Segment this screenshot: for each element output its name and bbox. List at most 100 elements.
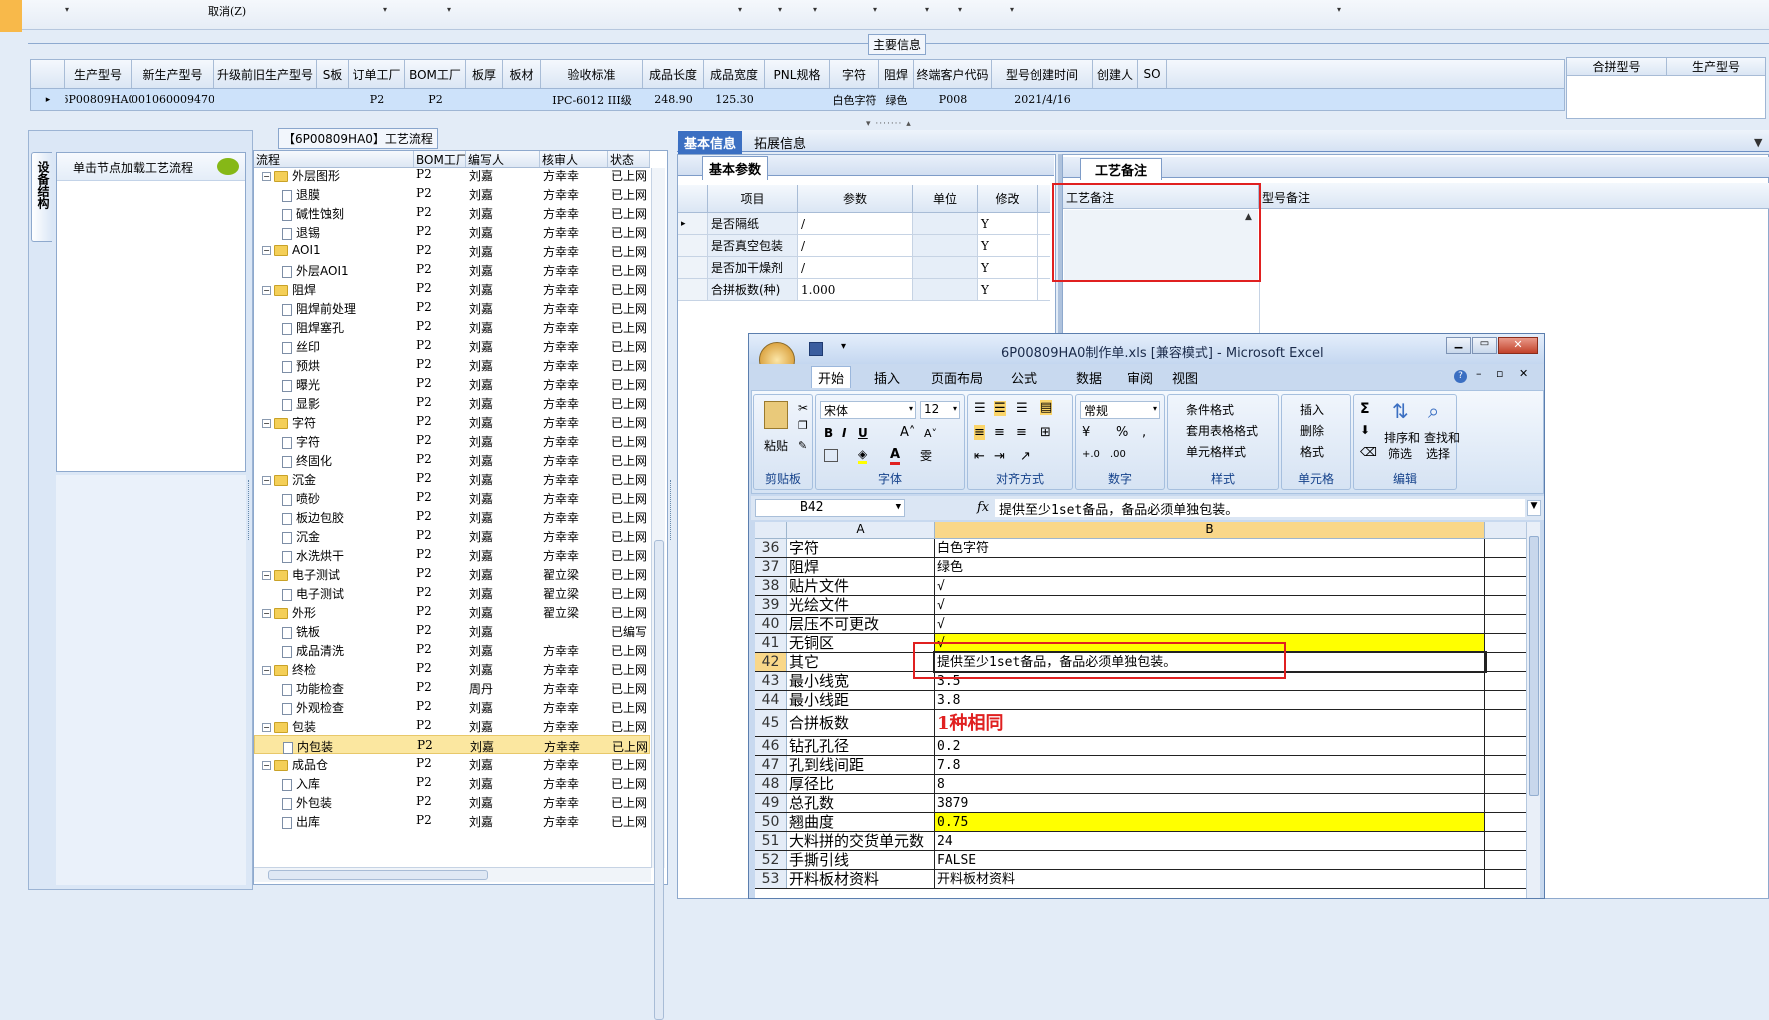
sheet-row[interactable]: 45 合拼板数 1种相同 (755, 710, 1540, 737)
sheet-row[interactable]: 52 手撕引线 FALSE (755, 851, 1540, 870)
param-cell-edit[interactable]: Y (978, 257, 1038, 278)
tab-basic-info[interactable]: 基本信息 (678, 131, 743, 154)
sheet-row[interactable]: 50 翘曲度 0.75 (755, 813, 1540, 832)
param-column-header[interactable]: 参数 (798, 185, 913, 212)
tree-row[interactable]: 铣板 P2 刘嘉 已编写 (254, 621, 650, 640)
row-number[interactable]: 40 (755, 615, 787, 633)
param-cell-unit[interactable] (913, 257, 978, 278)
cell-a[interactable]: 总孔数 (787, 794, 935, 812)
tree-row[interactable]: 丝印 P2 刘嘉 方幸幸 已上网 (254, 336, 650, 355)
tree-row[interactable]: 电子测试 P2 刘嘉 翟立梁 已上网 (254, 583, 650, 602)
bold-icon[interactable]: B (824, 426, 833, 440)
phonetic-icon[interactable]: 雯 (920, 447, 932, 464)
collapse-icon[interactable]: − (262, 609, 271, 618)
tree-node[interactable]: 曝光 (282, 376, 320, 393)
close-button[interactable]: ✕ (1498, 337, 1538, 354)
cut-icon[interactable]: ✂ (798, 401, 808, 415)
row-number[interactable]: 53 (755, 870, 787, 888)
sum-icon[interactable]: Σ (1360, 401, 1370, 417)
cell-b[interactable]: √ (935, 615, 1485, 633)
main-column-header[interactable]: SO (1138, 60, 1167, 88)
cell-a[interactable]: 贴片文件 (787, 577, 935, 595)
cell-a[interactable]: 钻孔孔径 (787, 737, 935, 755)
tree-row[interactable]: − 外形 P2 刘嘉 翟立梁 已上网 (254, 602, 650, 621)
sheet-row[interactable]: 46 钻孔孔径 0.2 (755, 737, 1540, 756)
minimize-button[interactable]: ▁ (1446, 337, 1471, 354)
tab-extended-info[interactable]: 拓展信息 (748, 131, 812, 154)
tree-row[interactable]: 退锡 P2 刘嘉 方幸幸 已上网 (254, 222, 650, 241)
cell-a[interactable]: 翘曲度 (787, 813, 935, 831)
tree-row[interactable]: 沉金 P2 刘嘉 方幸幸 已上网 (254, 526, 650, 545)
row-number[interactable]: 51 (755, 832, 787, 850)
ribbon-tab[interactable]: 页面布局 (931, 368, 983, 387)
tree-node[interactable]: − 成品仓 (262, 756, 328, 773)
cell-a[interactable]: 手撕引线 (787, 851, 935, 869)
main-column-header[interactable]: S板 (317, 60, 349, 88)
grid-corner[interactable] (31, 60, 65, 88)
sheet-row[interactable]: 44 最小线距 3.8 (755, 691, 1540, 710)
tree-row[interactable]: 碱性蚀刻 P2 刘嘉 方幸幸 已上网 (254, 203, 650, 222)
ribbon-min-icon[interactable]: – (1476, 367, 1482, 380)
tree-node[interactable]: − AOI1 (262, 243, 321, 257)
collapse-icon[interactable]: − (262, 666, 271, 675)
main-cell[interactable]: 6P00809HA0 (65, 89, 132, 110)
main-column-header[interactable]: 型号创建时间 (992, 60, 1093, 88)
cell-a[interactable]: 孔到线间距 (787, 756, 935, 774)
collapse-icon[interactable]: − (262, 419, 271, 428)
align-right-icon[interactable]: ≡ (1016, 425, 1027, 440)
tree-row[interactable]: 入库 P2 刘嘉 方幸幸 已上网 (254, 773, 650, 792)
collapse-icon[interactable]: − (262, 723, 271, 732)
tree-row[interactable]: 字符 P2 刘嘉 方幸幸 已上网 (254, 431, 650, 450)
row-number[interactable]: 41 (755, 634, 787, 652)
formula-input[interactable]: 提供至少1set备品，备品必须单独包装。 (995, 499, 1525, 518)
main-cell[interactable]: IPC-6012 III级 (541, 89, 643, 110)
align-center-icon[interactable]: ≡ (994, 425, 1005, 440)
grow-font-icon[interactable]: A˄ (900, 425, 915, 440)
ribbon-tab[interactable]: 插入 (874, 368, 900, 387)
cell-a[interactable]: 阻焊 (787, 558, 935, 576)
dropdown-caret[interactable]: ▾ (873, 5, 877, 14)
tree-row[interactable]: 水洗烘干 P2 刘嘉 方幸幸 已上网 (254, 545, 650, 564)
dropdown-caret[interactable]: ▾ (383, 5, 387, 14)
sort-filter-icon[interactable]: ⇅ (1392, 399, 1409, 423)
collapse-icon[interactable]: − (262, 172, 271, 181)
shrink-font-icon[interactable]: A˅ (924, 427, 937, 440)
tree-node[interactable]: 沉金 (282, 528, 320, 545)
excel-window[interactable]: ▾ 6P00809HA0制作单.xls [兼容模式] - Microsoft E… (748, 333, 1545, 899)
collapse-icon[interactable]: − (262, 246, 271, 255)
ribbon-restore-icon[interactable]: ▫ (1496, 367, 1503, 380)
tree-node[interactable]: − 电子测试 (262, 566, 340, 583)
row-number[interactable]: 45 (755, 710, 787, 736)
param-cell-edit[interactable]: Y (978, 279, 1038, 300)
main-column-header[interactable]: 阻焊 (879, 60, 914, 88)
sort-filter-button[interactable]: 排序和 (1384, 429, 1420, 446)
tree-row[interactable]: 内包装 P2 刘嘉 方幸幸 已上网 (254, 735, 650, 754)
tree-node[interactable]: 预烘 (282, 357, 320, 374)
main-column-header[interactable]: 验收标准 (541, 60, 643, 88)
sheet-row[interactable]: 38 贴片文件 √ (755, 577, 1540, 596)
name-box[interactable]: B42 ▼ (755, 499, 905, 517)
find-select-button[interactable]: 查找和 (1424, 429, 1460, 446)
collapse-icon[interactable]: − (262, 476, 271, 485)
vertical-tab-equipment[interactable]: 设备结构 (31, 152, 52, 242)
main-column-header[interactable]: 生产型号 (65, 60, 132, 88)
cell-b[interactable]: 3879 (935, 794, 1485, 812)
formula-expand-button[interactable]: ▼ (1527, 500, 1541, 516)
find-select-icon[interactable]: ⌕ (1428, 399, 1439, 423)
tab-basic-params[interactable]: 基本参数 (702, 156, 769, 180)
param-cell-unit[interactable] (913, 279, 978, 300)
fill-icon[interactable]: ⬇ (1360, 423, 1370, 437)
cell-b[interactable]: 绿色 (935, 558, 1485, 576)
tree-node[interactable]: 退膜 (282, 186, 320, 203)
clear-icon[interactable]: ⌫ (1360, 445, 1377, 459)
row-number[interactable]: 46 (755, 737, 787, 755)
main-column-header[interactable]: 板厚 (466, 60, 503, 88)
maximize-button[interactable]: ▭ (1472, 337, 1497, 354)
table-format-button[interactable]: 套用表格格式 (1186, 422, 1258, 439)
save-icon[interactable] (809, 342, 823, 356)
tree-row[interactable]: 预烘 P2 刘嘉 方幸幸 已上网 (254, 355, 650, 374)
paste-button[interactable]: 粘贴 (764, 437, 788, 454)
param-column-header[interactable]: 单位 (913, 185, 978, 212)
tree-row[interactable]: 曝光 P2 刘嘉 方幸幸 已上网 (254, 374, 650, 393)
tree-node[interactable]: 丝印 (282, 338, 320, 355)
